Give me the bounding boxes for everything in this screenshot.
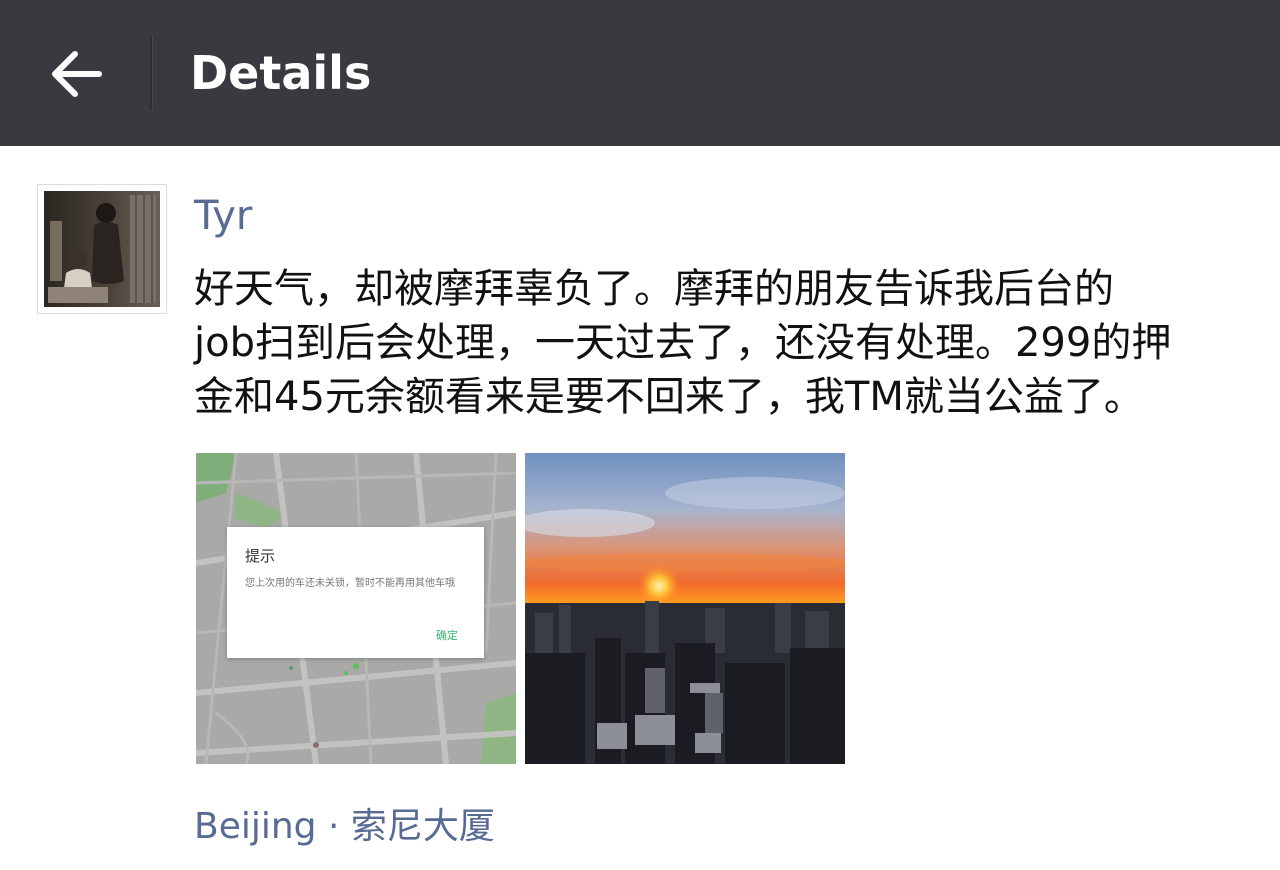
sunset-city-image xyxy=(525,453,845,764)
avatar-photo xyxy=(44,191,160,307)
top-bar: Details xyxy=(0,0,1280,146)
location-link[interactable]: Beijing · 索尼大厦 xyxy=(194,802,495,852)
author-name[interactable]: Tyr xyxy=(194,190,252,242)
post-text-line: 好天气，却被摩拜辜负了。摩拜的朋友告诉我后台的 xyxy=(194,266,1114,312)
dialog-title: 提示 xyxy=(245,547,276,565)
lock-warning-dialog: 提示 您上次用的车还未关锁，暂时不能再用其他车哦 确定 xyxy=(227,527,484,658)
arrow-left-icon xyxy=(52,51,102,97)
dialog-message: 您上次用的车还未关锁，暂时不能再用其他车哦 xyxy=(245,578,455,589)
dialog-ok-button: 确定 xyxy=(436,629,458,642)
avatar[interactable] xyxy=(37,184,167,314)
back-button[interactable] xyxy=(30,32,122,116)
post-text-line: 金和45元余额看来是要不回来了，我TM就当公益了。 xyxy=(194,374,1144,420)
header-divider xyxy=(150,36,153,110)
page-title: Details xyxy=(190,46,372,100)
post-text-line: job扫到后会处理，一天过去了，还没有处理。299的押 xyxy=(194,320,1172,366)
post-photo-map[interactable]: 提示 您上次用的车还未关锁，暂时不能再用其他车哦 确定 xyxy=(196,453,516,764)
post-photo-sunset[interactable] xyxy=(525,453,845,764)
post-text: 好天气，却被摩拜辜负了。摩拜的朋友告诉我后台的 job扫到后会处理，一天过去了，… xyxy=(194,262,1254,424)
